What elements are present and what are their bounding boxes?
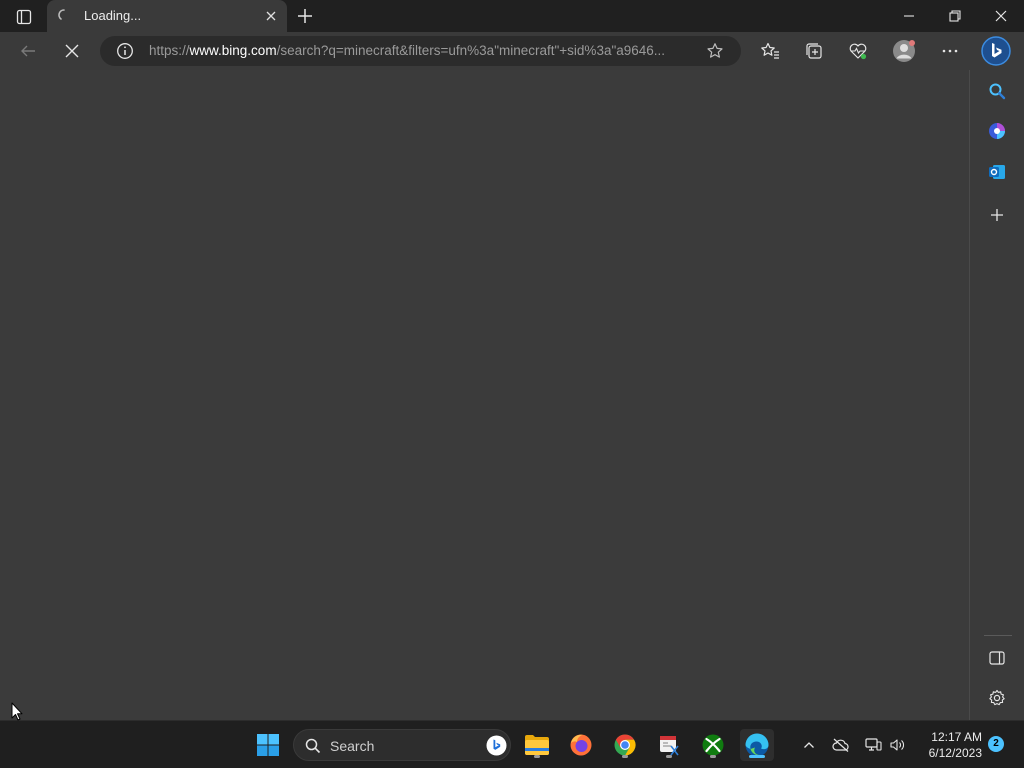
- sidebar-discover-button[interactable]: [983, 117, 1011, 145]
- minimize-button[interactable]: [886, 0, 932, 32]
- browser-toolbar: https://www.bing.com/search?q=minecraft&…: [0, 32, 1024, 70]
- back-button[interactable]: [13, 36, 43, 66]
- folder-icon: [525, 735, 549, 755]
- taskbar-clock[interactable]: 12:17 AM 6/12/2023: [916, 729, 982, 761]
- add-favorite-button[interactable]: [706, 42, 724, 60]
- info-icon: [117, 43, 133, 59]
- sidebar-search-button[interactable]: [983, 77, 1011, 105]
- plus-icon: [991, 209, 1003, 221]
- volume-tray-button[interactable]: [886, 729, 908, 761]
- heart-pulse-icon: [849, 43, 867, 60]
- active-app-indicator: [749, 755, 765, 758]
- tab-actions-icon: [16, 9, 32, 25]
- url-host: www.bing.com: [189, 43, 277, 58]
- notification-badge[interactable]: 2: [988, 736, 1004, 752]
- sidebar-panel-icon: [989, 651, 1005, 665]
- address-bar[interactable]: https://www.bing.com/search?q=minecraft&…: [100, 36, 741, 66]
- profile-button[interactable]: [889, 36, 919, 66]
- network-tray-button[interactable]: [862, 729, 884, 761]
- plus-icon: [298, 9, 312, 23]
- taskbar-xbox[interactable]: [696, 729, 730, 761]
- more-horizontal-icon: [942, 49, 958, 53]
- close-icon: [995, 10, 1007, 22]
- running-indicator: [622, 755, 628, 758]
- show-hidden-icons-button[interactable]: [798, 729, 820, 761]
- copilot-icon: [989, 123, 1005, 139]
- windows-logo-icon: [257, 734, 279, 756]
- restore-icon: [949, 10, 961, 22]
- close-icon: [266, 11, 276, 21]
- desktop-screen: Loading... https://www.bing.com/search?q…: [0, 0, 1024, 768]
- running-indicator: [534, 755, 540, 758]
- search-icon: [305, 738, 321, 754]
- outlook-icon: [989, 165, 1005, 179]
- start-button[interactable]: [251, 729, 285, 761]
- url-prefix: https://: [149, 43, 190, 58]
- taskbar-edge[interactable]: [740, 729, 774, 761]
- search-icon: [989, 83, 1006, 100]
- url-path: /search?q=minecraft&filters=ufn%3a"minec…: [276, 43, 666, 58]
- taskbar-file-explorer[interactable]: [520, 729, 554, 761]
- windows-taskbar: Search 12:17 AM 6/12/2023 2: [0, 720, 1024, 768]
- running-indicator: [710, 755, 716, 758]
- url-text[interactable]: https://www.bing.com/search?q=minecraft&…: [149, 43, 694, 58]
- taskbar-firefox[interactable]: [564, 729, 598, 761]
- clock-time: 12:17 AM: [931, 730, 982, 744]
- bing-icon: [981, 36, 1011, 66]
- restore-button[interactable]: [932, 0, 978, 32]
- page-content: [0, 70, 969, 720]
- arrow-left-icon: [21, 45, 35, 57]
- favorites-icon: [761, 42, 779, 59]
- tab-close-button[interactable]: [263, 8, 279, 24]
- mouse-pointer-icon: [11, 702, 23, 721]
- taskbar-search-label: Search: [330, 738, 375, 754]
- settings-more-button[interactable]: [935, 36, 965, 66]
- avatar: [893, 40, 915, 62]
- star-icon: [707, 43, 723, 58]
- xbox-icon: [702, 734, 724, 756]
- minimize-icon: [904, 15, 914, 17]
- chevron-up-icon: [804, 742, 814, 748]
- firefox-icon: [570, 734, 592, 756]
- tab-active[interactable]: Loading...: [47, 0, 287, 32]
- collections-icon: [806, 43, 822, 59]
- bing-chat-button[interactable]: [981, 36, 1011, 66]
- site-info-button[interactable]: [116, 42, 134, 60]
- tab-title: Loading...: [84, 8, 142, 23]
- sidebar-settings-button[interactable]: [983, 684, 1011, 712]
- browser-titlebar: Loading...: [0, 0, 1024, 32]
- taskbar-search-box[interactable]: Search: [293, 729, 511, 761]
- chrome-icon: [614, 734, 636, 756]
- onedrive-tray-button[interactable]: [830, 729, 852, 761]
- close-window-button[interactable]: [978, 0, 1024, 32]
- network-icon: [865, 738, 882, 751]
- sidebar-add-button[interactable]: [983, 201, 1011, 229]
- close-icon: [65, 44, 79, 58]
- taskbar-snipping-tool[interactable]: [652, 729, 686, 761]
- gear-icon: [989, 689, 1005, 706]
- sidebar-outlook-button[interactable]: [983, 158, 1011, 186]
- speaker-icon: [890, 739, 904, 751]
- sidebar-hide-button[interactable]: [983, 644, 1011, 672]
- stop-loading-button[interactable]: [57, 36, 87, 66]
- collections-button[interactable]: [799, 36, 829, 66]
- browser-essentials-button[interactable]: [843, 36, 873, 66]
- loading-spinner-icon: [58, 9, 65, 20]
- taskbar-chrome[interactable]: [608, 729, 642, 761]
- running-indicator: [666, 755, 672, 758]
- clock-date: 6/12/2023: [928, 746, 982, 760]
- sidebar-separator: [984, 635, 1012, 636]
- new-tab-button[interactable]: [294, 5, 316, 27]
- onedrive-offline-icon: [832, 738, 849, 752]
- edge-sidebar: [970, 70, 1024, 720]
- tab-actions-button[interactable]: [10, 6, 38, 28]
- favorites-button[interactable]: [755, 36, 785, 66]
- snipping-tool-icon: [660, 736, 679, 756]
- bing-icon: [486, 735, 507, 756]
